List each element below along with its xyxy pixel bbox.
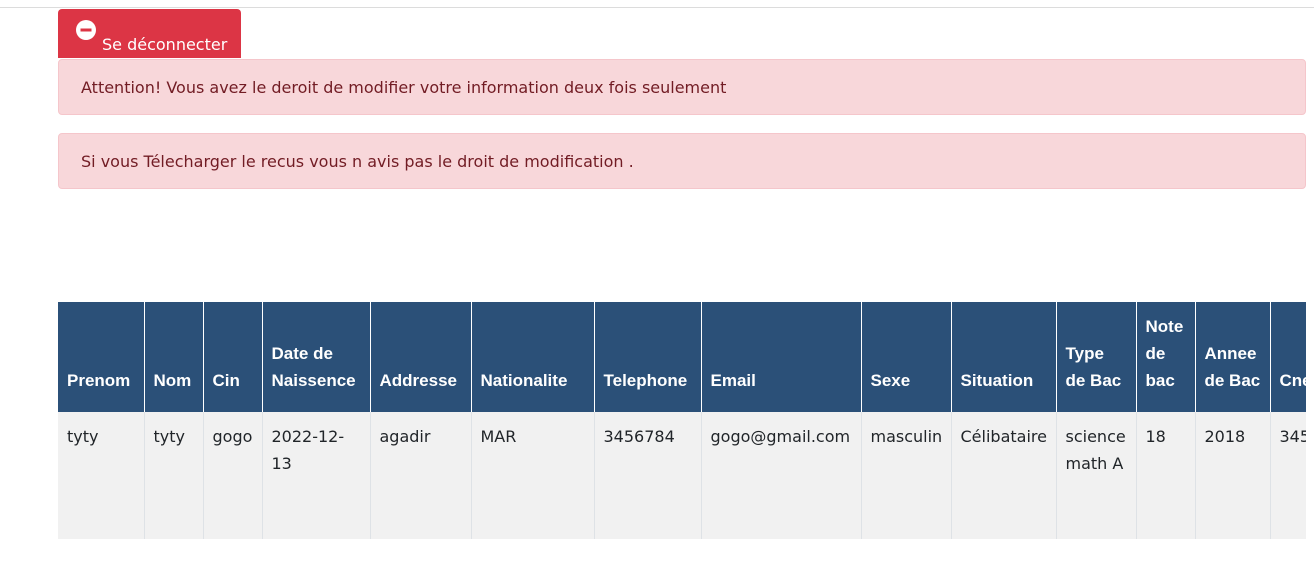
cell-addresse: agadir [370, 412, 472, 539]
logout-button-label: Se déconnecter [102, 35, 228, 54]
student-info-table: Prenom Nom Cin Date de Naissence Address… [58, 302, 1306, 539]
cell-sexe: masculin [861, 412, 952, 539]
header-prenom: Prenom [58, 302, 145, 412]
cell-email: gogo@gmail.com [701, 412, 862, 539]
table-row: tyty tyty gogo 2022-12-13 agadir MAR 345… [58, 412, 1306, 539]
cell-note-bac: 18 [1136, 412, 1196, 539]
top-divider [0, 7, 1314, 8]
alert-text: Attention! Vous avez le deroit de modifi… [81, 77, 727, 97]
cell-prenom: tyty [58, 412, 145, 539]
alert-text: Si vous Télecharger le recus vous n avis… [81, 151, 634, 171]
header-nom: Nom [144, 302, 204, 412]
header-annee-bac: Annee de Bac [1195, 302, 1271, 412]
header-type-bac: Type de Bac [1056, 302, 1137, 412]
minus-circle-icon [76, 20, 96, 40]
alert-modification-limit: Attention! Vous avez le deroit de modifi… [58, 59, 1306, 115]
header-cin: Cin [203, 302, 263, 412]
header-sexe: Sexe [861, 302, 952, 412]
student-info-table-container[interactable]: Prenom Nom Cin Date de Naissence Address… [58, 302, 1306, 539]
header-email: Email [701, 302, 862, 412]
cell-situation: Célibataire [951, 412, 1057, 539]
table-header-row: Prenom Nom Cin Date de Naissence Address… [58, 302, 1306, 412]
header-telephone: Telephone [594, 302, 702, 412]
cell-type-bac: science math A [1056, 412, 1137, 539]
cell-telephone: 3456784 [594, 412, 702, 539]
cell-annee-bac: 2018 [1195, 412, 1271, 539]
cell-nationalite: MAR [471, 412, 595, 539]
header-note-bac: Note de bac [1136, 302, 1196, 412]
cell-cne: 345 [1270, 412, 1306, 539]
alert-download-receipt: Si vous Télecharger le recus vous n avis… [58, 133, 1306, 189]
header-addresse: Addresse [370, 302, 472, 412]
header-situation: Situation [951, 302, 1057, 412]
header-nationalite: Nationalite [471, 302, 595, 412]
logout-button[interactable]: Se déconnecter [58, 9, 241, 58]
header-cne: Cne [1270, 302, 1306, 412]
cell-cin: gogo [203, 412, 263, 539]
cell-nom: tyty [144, 412, 204, 539]
header-date-naissance: Date de Naissence [262, 302, 371, 412]
cell-date-naissance: 2022-12-13 [262, 412, 371, 539]
